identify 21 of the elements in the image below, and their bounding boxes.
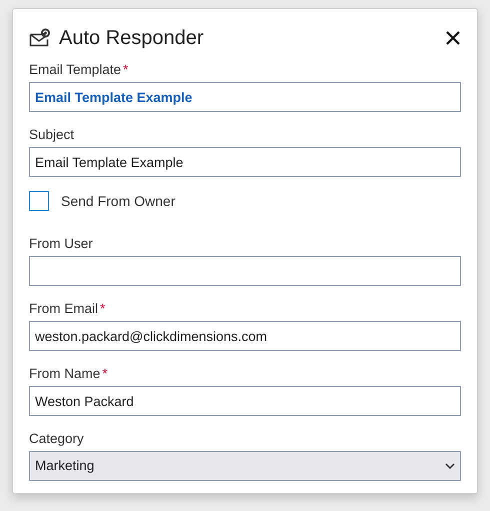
required-mark: * — [123, 61, 128, 78]
dialog-title: Auto Responder — [59, 26, 204, 51]
input-field[interactable]: weston.packard@clickdimensions.com — [29, 321, 461, 351]
input-field[interactable] — [29, 256, 461, 286]
caret-icon — [445, 463, 455, 469]
envelope-icon — [29, 28, 51, 48]
field-label: From Name — [29, 365, 100, 382]
lookup-field[interactable]: Email Template Example — [29, 82, 461, 112]
close-button[interactable] — [445, 30, 461, 46]
field-label: Subject — [29, 126, 74, 143]
field-label: From User — [29, 235, 93, 252]
field-label: Category — [29, 430, 84, 447]
field-label: From Email — [29, 300, 98, 317]
input-field[interactable]: Email Template Example — [29, 147, 461, 177]
checkbox[interactable] — [29, 191, 49, 211]
required-mark: * — [100, 300, 106, 317]
input-field[interactable]: Weston Packard — [29, 386, 461, 416]
field-label: Email Template — [29, 61, 122, 78]
checkbox-label: Send From Owner — [61, 192, 176, 210]
required-mark: * — [102, 365, 108, 382]
select-field[interactable]: Marketing — [29, 451, 461, 481]
